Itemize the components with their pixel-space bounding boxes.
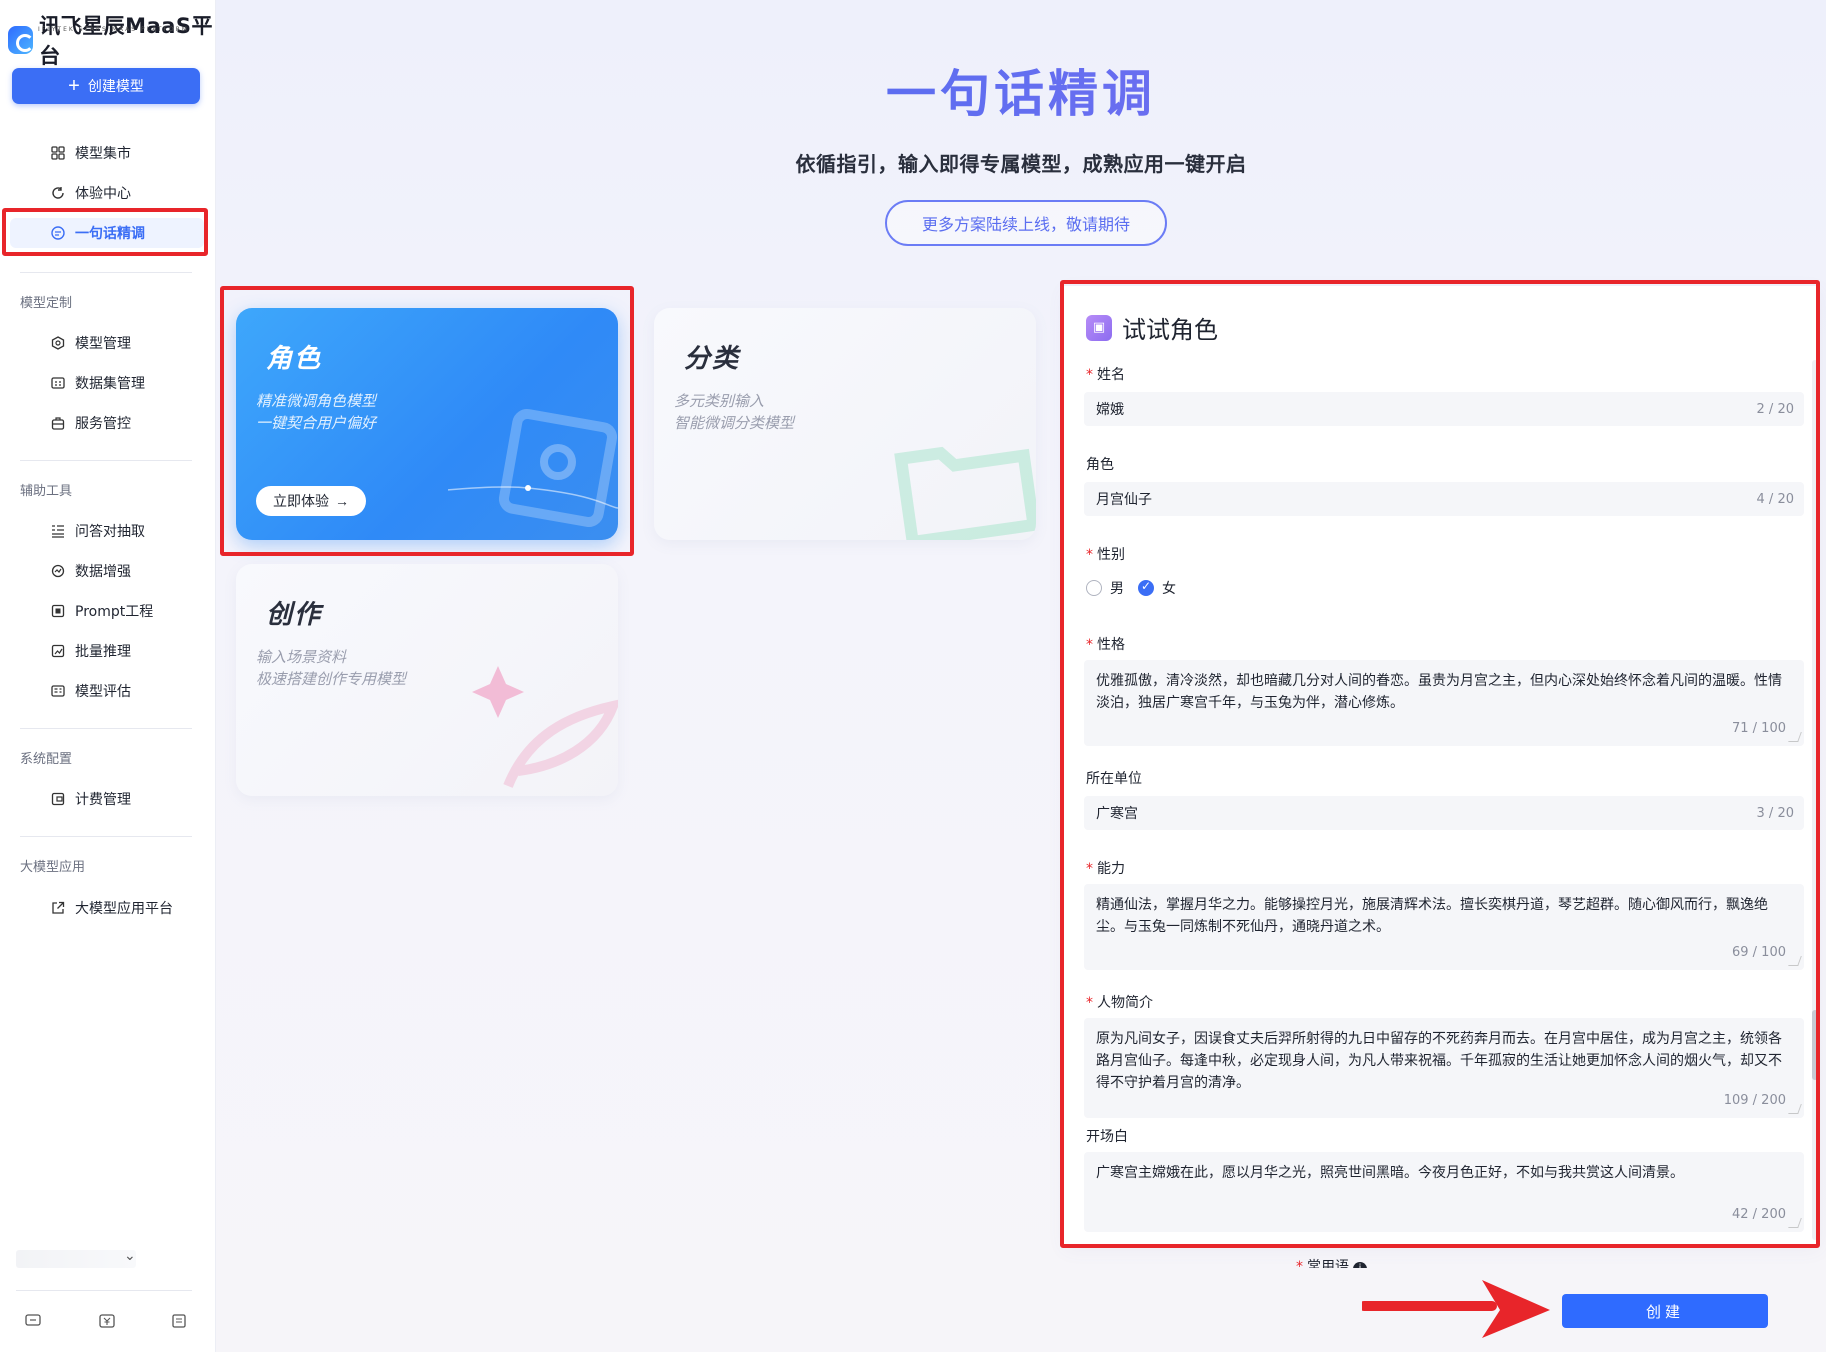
brand-name: 讯飞星辰MaaS平台 bbox=[39, 14, 214, 68]
sidebar-item-label: 计费管理 bbox=[75, 792, 131, 808]
brand-logo[interactable]: 讯飞星辰MaaS平台 bbox=[8, 10, 215, 70]
sidebar-item-label: 模型集市 bbox=[75, 146, 131, 162]
folder-icon bbox=[894, 446, 1036, 540]
annotation-highlight-form bbox=[1060, 280, 1820, 1248]
sidebar-item-label: 大模型应用平台 bbox=[75, 901, 173, 917]
main-content: 一句话精调 依循指引，输入即得专属模型，成熟应用一键开启 更多方案陆续上线，敬请… bbox=[216, 0, 1826, 1352]
annotation-highlight-card bbox=[220, 286, 634, 556]
create-model-label: 创建模型 bbox=[87, 78, 144, 94]
card-title: 创作 bbox=[266, 600, 323, 630]
card-desc-line: 输入场景资料 bbox=[256, 648, 347, 666]
model-icon bbox=[50, 336, 65, 351]
sidebar-item-experience-center[interactable]: 体验中心 bbox=[50, 182, 131, 204]
grid-icon bbox=[50, 146, 65, 161]
prompt-icon bbox=[50, 604, 65, 619]
create-button[interactable]: 创建 bbox=[1562, 1294, 1768, 1328]
sidebar-item-label: 体验中心 bbox=[75, 186, 131, 202]
sidebar-item-qa-extract[interactable]: 问答对抽取 bbox=[50, 520, 145, 542]
sidebar-item-dataset-management[interactable]: 数据集管理 bbox=[50, 372, 145, 394]
chevron-down-icon[interactable]: ⌄ bbox=[124, 1248, 136, 1264]
chat-icon[interactable] bbox=[24, 1314, 42, 1330]
card-creation[interactable]: 创作 输入场景资料 极速搭建创作专用模型 bbox=[236, 564, 618, 796]
sidebar-item-label: 数据增强 bbox=[75, 564, 131, 580]
list-icon bbox=[50, 524, 65, 539]
sidebar-item-label: 数据集管理 bbox=[75, 376, 145, 392]
sidebar-item-label: 模型评估 bbox=[75, 684, 131, 700]
refresh-icon bbox=[50, 186, 65, 201]
enhance-icon bbox=[50, 564, 65, 579]
eval-icon bbox=[50, 684, 65, 699]
yen-icon[interactable] bbox=[98, 1314, 116, 1330]
field-label-common-phrases: *常用语i bbox=[1296, 1256, 1367, 1268]
divider bbox=[20, 728, 192, 729]
sidebar-item-model-market[interactable]: 模型集市 bbox=[50, 142, 131, 164]
user-account[interactable] bbox=[16, 1250, 136, 1268]
section-title-model-custom: 模型定制 bbox=[20, 296, 73, 311]
sidebar: 讯飞星辰MaaS平台 IFLYTEK STARS MAAS PLATFORM +… bbox=[0, 0, 216, 1352]
sidebar-item-label: Prompt工程 bbox=[75, 604, 154, 620]
brand-subtitle: IFLYTEK STARS MAAS PLATFORM bbox=[38, 26, 189, 33]
section-title-llm-app: 大模型应用 bbox=[20, 860, 86, 875]
card-classification[interactable]: 分类 多元类别输入 智能微调分类模型 bbox=[654, 308, 1036, 540]
external-link-icon bbox=[50, 901, 65, 916]
service-icon bbox=[50, 416, 65, 431]
create-model-button[interactable]: + 创建模型 bbox=[12, 68, 200, 104]
sidebar-item-model-eval[interactable]: 模型评估 bbox=[50, 680, 131, 702]
section-title-tools: 辅助工具 bbox=[20, 484, 73, 499]
info-icon[interactable]: i bbox=[1353, 1262, 1367, 1268]
annotation-arrow-icon bbox=[1362, 1280, 1550, 1338]
sidebar-item-label: 问答对抽取 bbox=[75, 524, 145, 540]
sidebar-item-label: 服务管控 bbox=[75, 416, 131, 432]
sidebar-item-service-control[interactable]: 服务管控 bbox=[50, 412, 131, 434]
logo-icon bbox=[8, 26, 35, 54]
chart-icon bbox=[50, 644, 65, 659]
sidebar-item-data-enhance[interactable]: 数据增强 bbox=[50, 560, 131, 582]
section-title-system: 系统配置 bbox=[20, 752, 73, 767]
sidebar-item-model-management[interactable]: 模型管理 bbox=[50, 332, 131, 354]
coming-soon-pill: 更多方案陆续上线，敬请期待 bbox=[885, 200, 1167, 246]
sidebar-item-llm-app-platform[interactable]: 大模型应用平台 bbox=[50, 897, 173, 919]
card-desc-line: 极速搭建创作专用模型 bbox=[256, 670, 407, 688]
sparkle-feather-icon bbox=[472, 666, 618, 788]
plus-icon: + bbox=[68, 75, 80, 97]
sidebar-item-billing[interactable]: 计费管理 bbox=[50, 788, 131, 810]
doc-icon[interactable] bbox=[170, 1314, 188, 1330]
sidebar-item-label: 批量推理 bbox=[75, 644, 131, 660]
page-subtitle: 依循指引，输入即得专属模型，成熟应用一键开启 bbox=[795, 152, 1247, 176]
card-desc-line: 智能微调分类模型 bbox=[674, 414, 795, 432]
divider bbox=[20, 836, 192, 837]
sidebar-item-label: 模型管理 bbox=[75, 336, 131, 352]
page-title: 一句话精调 bbox=[216, 54, 1826, 126]
card-title: 分类 bbox=[684, 344, 741, 374]
card-desc-line: 多元类别输入 bbox=[674, 392, 765, 410]
sidebar-item-prompt-engineering[interactable]: Prompt工程 bbox=[50, 600, 153, 622]
billing-icon bbox=[50, 792, 65, 807]
divider bbox=[20, 272, 192, 273]
divider bbox=[20, 460, 192, 461]
divider bbox=[16, 1290, 192, 1291]
dataset-icon bbox=[50, 376, 65, 391]
card-description: 输入场景资料 极速搭建创作专用模型 bbox=[256, 646, 406, 690]
sidebar-item-batch-inference[interactable]: 批量推理 bbox=[50, 640, 131, 662]
annotation-highlight-sidebar bbox=[2, 208, 208, 256]
card-description: 多元类别输入 智能微调分类模型 bbox=[674, 390, 794, 434]
